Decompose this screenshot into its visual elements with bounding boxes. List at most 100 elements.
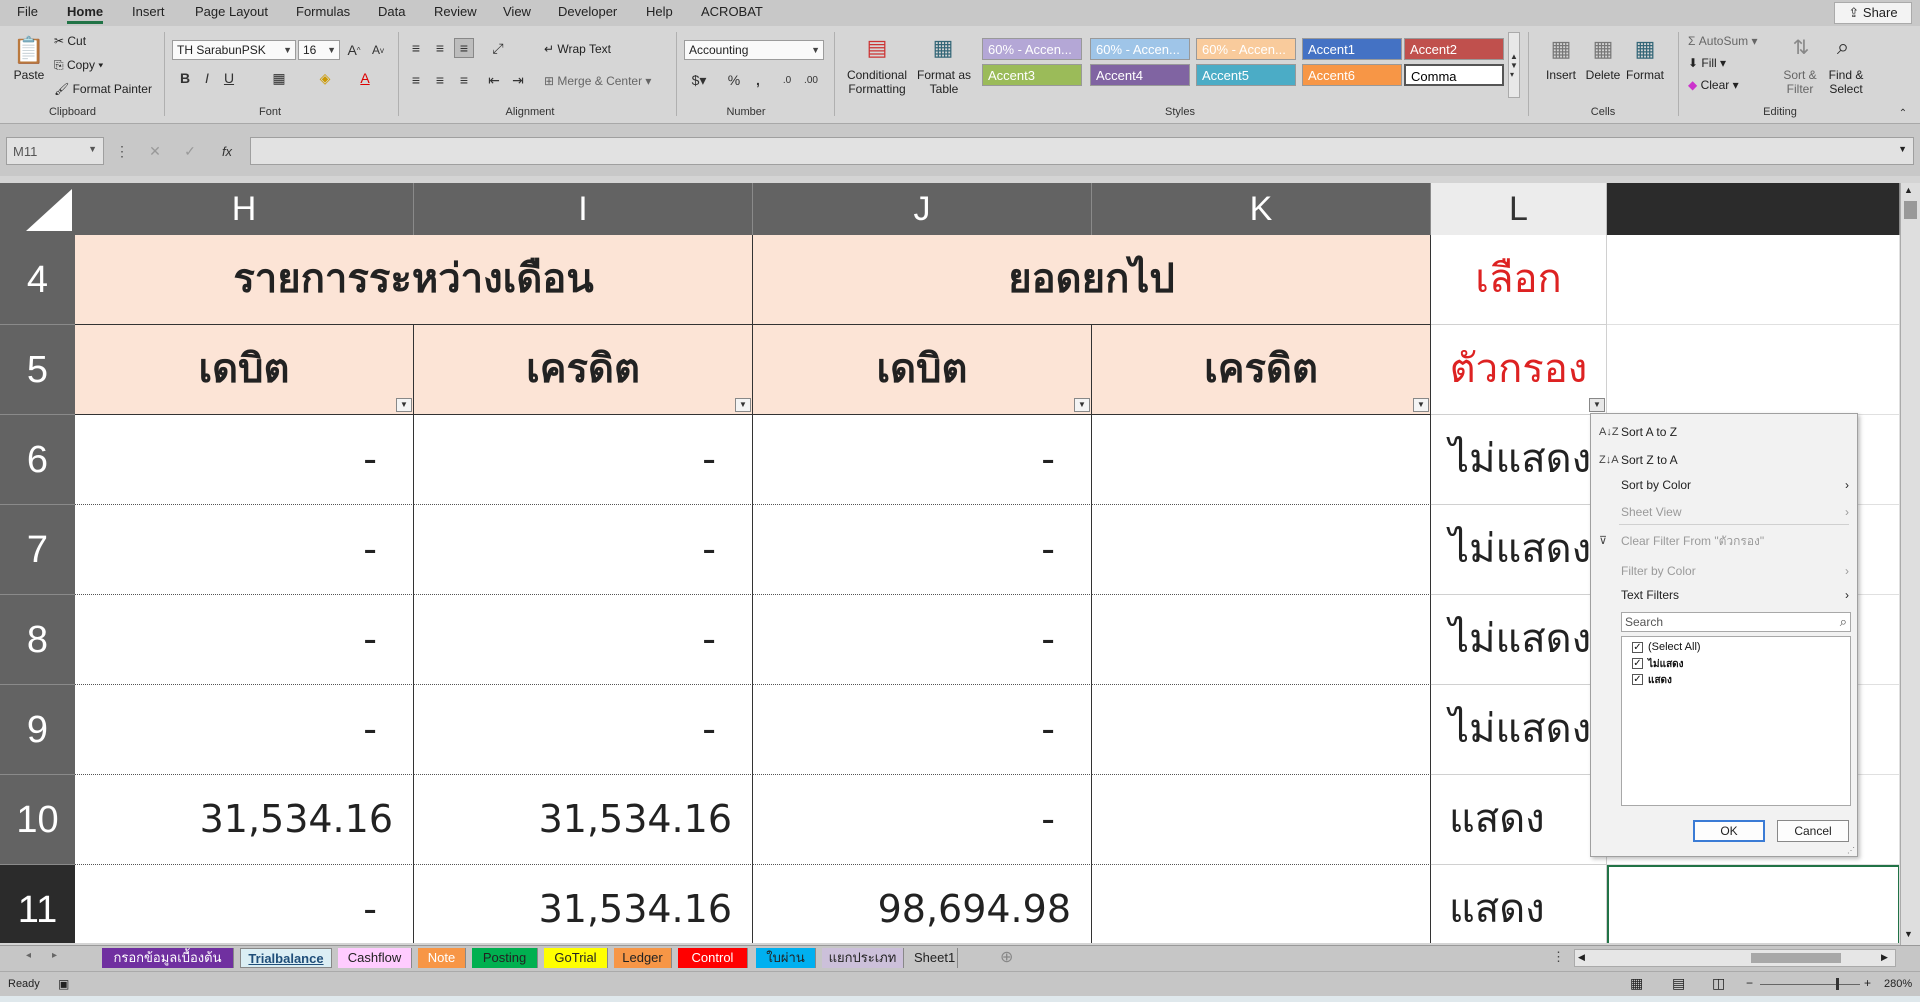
cell-i8[interactable]: - bbox=[414, 595, 753, 685]
row-header-6[interactable]: 6 bbox=[0, 415, 75, 505]
increase-decimal-icon[interactable]: .0 bbox=[776, 70, 798, 90]
cell-m5[interactable] bbox=[1607, 325, 1900, 415]
filter-dropdown-icon[interactable]: ▼ bbox=[1413, 398, 1429, 412]
page-layout-view-icon[interactable]: ▤ bbox=[1672, 975, 1685, 992]
filter-search-input[interactable]: Search ⌕ bbox=[1621, 612, 1851, 632]
macro-record-icon[interactable]: ▣ bbox=[58, 977, 69, 991]
confirm-entry-icon[interactable]: ✓ bbox=[180, 140, 200, 162]
zoom-slider[interactable] bbox=[1760, 984, 1860, 985]
row-header-9[interactable]: 9 bbox=[0, 685, 75, 775]
share-button[interactable]: ⇪ Share bbox=[1834, 2, 1912, 24]
conditional-formatting-button[interactable]: Conditional Formatting bbox=[842, 68, 912, 96]
cell-style-item[interactable]: Accent2 bbox=[1404, 38, 1504, 60]
increase-indent-icon[interactable]: ⇥ bbox=[508, 70, 528, 90]
format-painter-button[interactable]: 🖌 Format Painter bbox=[54, 82, 152, 96]
sheet-tab[interactable]: Posting bbox=[472, 948, 538, 968]
sheet-tab[interactable]: Cashflow bbox=[338, 948, 412, 968]
font-size-combo[interactable]: 16 ▼ bbox=[298, 40, 340, 60]
cell-h10[interactable]: 31,534.16 bbox=[75, 775, 414, 865]
italic-button[interactable]: I bbox=[198, 68, 216, 88]
cell-h9[interactable]: - bbox=[75, 685, 414, 775]
horizontal-scrollbar[interactable]: ◀ ▶ bbox=[1574, 949, 1896, 967]
menu-review[interactable]: Review bbox=[434, 4, 477, 19]
menu-data[interactable]: Data bbox=[378, 4, 405, 19]
column-header-h[interactable]: H bbox=[75, 183, 414, 235]
column-header-i[interactable]: I bbox=[414, 183, 753, 235]
decrease-decimal-icon[interactable]: .00 bbox=[800, 70, 822, 90]
percent-icon[interactable]: % bbox=[724, 70, 744, 90]
cell-j9[interactable]: - bbox=[753, 685, 1092, 775]
scroll-right-icon[interactable]: ▶ bbox=[1881, 952, 1888, 963]
align-left-icon[interactable]: ≡ bbox=[406, 70, 426, 90]
cell-i10[interactable]: 31,534.16 bbox=[414, 775, 753, 865]
delete-cells-icon[interactable]: ▦ bbox=[1588, 34, 1618, 64]
zoom-level[interactable]: 280% bbox=[1884, 978, 1912, 990]
cell-style-item[interactable]: Accent4 bbox=[1090, 64, 1190, 86]
filter-dropdown-icon[interactable]: ▼ bbox=[396, 398, 412, 412]
value-checkbox[interactable]: ✓ bbox=[1632, 674, 1643, 685]
cell-style-item[interactable]: Accent5 bbox=[1196, 64, 1296, 86]
sort-filter-button[interactable]: Sort & Filter bbox=[1774, 68, 1826, 96]
accounting-icon[interactable]: $▾ bbox=[686, 70, 712, 90]
comma-style-icon[interactable]: , bbox=[748, 70, 768, 90]
cell-i7[interactable]: - bbox=[414, 505, 753, 595]
row-header-5[interactable]: 5 bbox=[0, 325, 75, 415]
bold-button[interactable]: B bbox=[176, 68, 194, 88]
row-header-7[interactable]: 7 bbox=[0, 505, 75, 595]
tab-scroll-left-icon[interactable]: ◂ bbox=[26, 950, 31, 961]
filter-dropdown-icon[interactable]: ▼ bbox=[1589, 398, 1605, 412]
text-filters-item[interactable]: Text Filters › bbox=[1591, 583, 1857, 607]
orientation-icon[interactable]: ⤢ bbox=[486, 38, 510, 58]
cell-j4-merged[interactable]: ยอดยกไป bbox=[753, 235, 1431, 325]
insert-cells-icon[interactable]: ▦ bbox=[1546, 34, 1576, 64]
font-name-combo[interactable]: TH SarabunPSK ▼ bbox=[172, 40, 296, 60]
cell-l5[interactable]: ตัวกรอง bbox=[1431, 325, 1607, 415]
autosum-button[interactable]: Σ AutoSum ▾ bbox=[1688, 34, 1757, 48]
wrap-text-button[interactable]: ↵ Wrap Text bbox=[544, 42, 611, 56]
cell-j5[interactable]: เดบิต bbox=[753, 325, 1092, 415]
font-color-icon[interactable]: A bbox=[352, 68, 378, 88]
search-icon[interactable]: ⌕ bbox=[1828, 32, 1858, 62]
sheet-tab[interactable]: Trialbalance bbox=[240, 948, 332, 968]
cell-j10[interactable]: - bbox=[753, 775, 1092, 865]
sheet-tab[interactable]: Ledger bbox=[614, 948, 672, 968]
decrease-font-icon[interactable]: Av bbox=[368, 40, 388, 60]
cell-m11[interactable] bbox=[1607, 865, 1900, 943]
clear-filter-item[interactable]: ⊽ Clear Filter From "ตัวกรอง" bbox=[1591, 529, 1857, 553]
merge-center-button[interactable]: ⊞ Merge & Center ▾ bbox=[544, 74, 651, 88]
conditional-formatting-icon[interactable]: ▤ bbox=[860, 32, 894, 64]
decrease-indent-icon[interactable]: ⇤ bbox=[484, 70, 504, 90]
cell-style-item[interactable]: Accent6 bbox=[1302, 64, 1402, 86]
paste-button[interactable]: Paste bbox=[10, 68, 48, 82]
menu-developer[interactable]: Developer bbox=[558, 4, 617, 19]
cell-k11[interactable] bbox=[1092, 865, 1431, 943]
cell-style-item[interactable]: Accent3 bbox=[982, 64, 1082, 86]
styles-scroll-icon[interactable]: ▲ ▼ ▾ bbox=[1508, 32, 1520, 98]
fill-color-icon[interactable]: ◈ bbox=[312, 68, 338, 88]
tab-scroll-right-icon[interactable]: ▸ bbox=[52, 950, 57, 961]
number-format-combo[interactable]: Accounting ▼ bbox=[684, 40, 824, 60]
find-select-button[interactable]: Find & Select bbox=[1824, 68, 1868, 96]
cell-style-item[interactable]: 60% - Accen... bbox=[1090, 38, 1190, 60]
sort-filter-icon[interactable]: ⇅ bbox=[1786, 32, 1816, 62]
cell-k9[interactable] bbox=[1092, 685, 1431, 775]
align-top-icon[interactable]: ≡ bbox=[406, 38, 426, 58]
cell-h11[interactable]: - bbox=[75, 865, 414, 943]
sheet-tab[interactable]: แยกประเภท bbox=[822, 948, 904, 968]
cell-l10[interactable]: แสดง bbox=[1431, 775, 1607, 865]
cell-l6[interactable]: ไม่แสดง bbox=[1431, 415, 1607, 505]
format-as-table-button[interactable]: Format as Table bbox=[914, 68, 974, 96]
row-header-10[interactable]: 10 bbox=[0, 775, 75, 865]
sheet-tab[interactable]: ใบผ่าน bbox=[756, 948, 816, 968]
row-header-4[interactable]: 4 bbox=[0, 235, 75, 325]
column-header-m[interactable] bbox=[1607, 183, 1900, 235]
cell-k8[interactable] bbox=[1092, 595, 1431, 685]
menu-insert[interactable]: Insert bbox=[132, 4, 165, 19]
format-cells-button[interactable]: Format bbox=[1620, 68, 1670, 82]
cut-button[interactable]: ✂ Cut bbox=[54, 34, 86, 48]
column-header-l[interactable]: L bbox=[1431, 183, 1607, 235]
column-header-k[interactable]: K bbox=[1092, 183, 1431, 235]
cell-i11[interactable]: 31,534.16 bbox=[414, 865, 753, 943]
cell-l9[interactable]: ไม่แสดง bbox=[1431, 685, 1607, 775]
scroll-left-icon[interactable]: ◀ bbox=[1578, 952, 1585, 963]
